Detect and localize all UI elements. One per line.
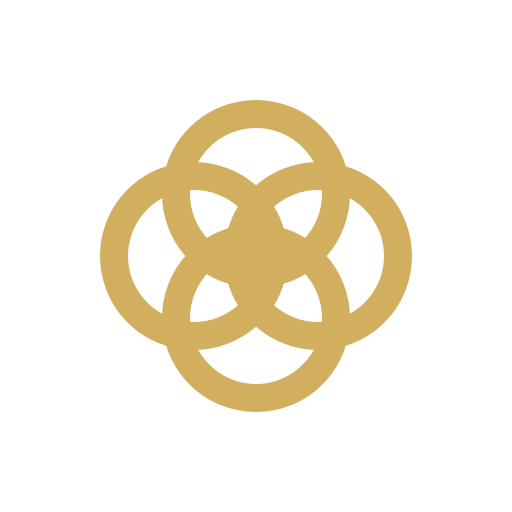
app-icon-canvas xyxy=(0,0,512,512)
center-square-mark xyxy=(247,247,265,265)
four-circle-knot-emblem-icon xyxy=(100,100,412,412)
